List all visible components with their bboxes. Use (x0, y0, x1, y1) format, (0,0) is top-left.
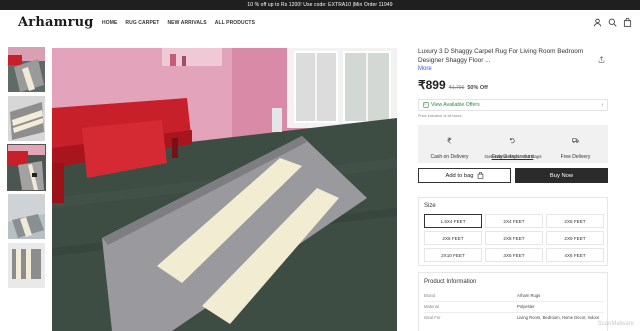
delivery-estimate: Get it delivered in 3-6 days (484, 155, 542, 160)
original-price: ₹1,796 (448, 85, 465, 91)
product-information: Product Information Brand Arham Rugs Mat… (418, 272, 608, 331)
info-key: Brand (424, 293, 436, 298)
discount-badge: 50% Off (467, 85, 488, 91)
product-info-heading: Product Information (424, 279, 477, 285)
view-offers-button[interactable]: View Available Offers › (418, 99, 608, 111)
site-logo[interactable]: Arhamrug (18, 15, 94, 30)
main-nav: HOME RUG CARPET NEW ARRIVALS ALL PRODUCT… (102, 20, 255, 26)
nav-all-products[interactable]: ALL PRODUCTS (215, 20, 255, 26)
product-title: Luxury 3 D Shaggy Carpet Rug For Living … (418, 48, 584, 64)
size-heading: Size (424, 203, 436, 209)
truck-icon (572, 138, 579, 143)
price-row: ₹899 ₹1,796 50% Off (418, 78, 608, 92)
share-icon[interactable] (598, 56, 605, 63)
buy-now-button[interactable]: Buy Now (515, 168, 608, 183)
search-icon[interactable] (608, 18, 617, 27)
thumbnail-5[interactable] (8, 243, 45, 288)
thumbnail-3[interactable] (7, 144, 46, 191)
offers-label: View Available Offers (431, 102, 480, 108)
size-option[interactable]: 2X8 FEET (485, 231, 543, 245)
thumbnail-4-image (8, 194, 45, 239)
info-key: Ideal For (424, 315, 441, 320)
size-selector: Size 1.5X4 FEET 2X4 FEET 2X5 FEET 2X6 FE… (418, 197, 608, 266)
thumbnail-1-image (8, 47, 45, 92)
main-product-image[interactable] (52, 48, 397, 331)
info-value: Living Room, Bedroom, Home Decor, Indoor (517, 315, 600, 320)
sale-price: ₹899 (418, 78, 446, 92)
chevron-right-icon: › (601, 102, 603, 108)
size-option[interactable]: 2X9 FEET (546, 231, 604, 245)
user-icon[interactable] (593, 18, 602, 27)
size-option[interactable]: 2X6 FEET (424, 231, 482, 245)
nav-home[interactable]: HOME (102, 20, 117, 26)
thumbnail-4[interactable] (8, 194, 45, 239)
thumbnail-3-image (8, 145, 45, 190)
product-info-panel: Luxury 3 D Shaggy Carpet Rug For Living … (418, 48, 608, 183)
size-option[interactable]: 4X6 FEET (546, 248, 604, 262)
header-icons (593, 18, 632, 27)
size-option[interactable]: 3X5 FEET (485, 248, 543, 262)
product-photo (52, 48, 397, 331)
info-key: Material (424, 304, 439, 309)
site-header: Arhamrug HOME RUG CARPET NEW ARRIVALS AL… (0, 10, 640, 37)
info-value: Polyester (517, 304, 535, 309)
size-option[interactable]: 2X4 FEET (485, 214, 543, 228)
thumbnail-1[interactable] (8, 47, 45, 92)
size-option[interactable]: 1.5X4 FEET (424, 214, 482, 228)
offer-tag-icon (423, 102, 429, 108)
size-option[interactable]: 2X10 FEET (424, 248, 482, 262)
divider (424, 312, 604, 313)
bag-icon[interactable] (623, 18, 632, 27)
nav-new-arrivals[interactable]: NEW ARRIVALS (167, 20, 206, 26)
nav-rug-carpet[interactable]: RUG CARPET (125, 20, 159, 26)
add-to-bag-button[interactable]: Add to bag (418, 168, 511, 183)
divider (424, 301, 604, 302)
announcement-bar: 10 % off up to Rs 1200! Use code: EXTRA1… (0, 0, 640, 10)
bag-icon (477, 172, 483, 179)
thumbnail-2[interactable] (8, 96, 45, 141)
thumbnail-strip (7, 47, 46, 292)
info-value: Arham Rugs (517, 293, 541, 298)
watermark: ScanMalware (597, 321, 634, 327)
thumbnail-2-image (8, 96, 45, 141)
rupee-icon (446, 137, 452, 144)
size-option[interactable]: 2X5 FEET (546, 214, 604, 228)
size-options: 1.5X4 FEET 2X4 FEET 2X5 FEET 2X6 FEET 2X… (424, 214, 606, 262)
shipping-info: Cash on Delivery Easy 3 days return Free… (418, 125, 608, 163)
more-link[interactable]: More (418, 66, 608, 72)
add-to-bag-label: Add to bag (445, 172, 474, 179)
return-icon (510, 138, 515, 144)
thumbnail-5-image (8, 243, 45, 288)
tax-note: Price inclusive of all taxes (418, 114, 462, 118)
